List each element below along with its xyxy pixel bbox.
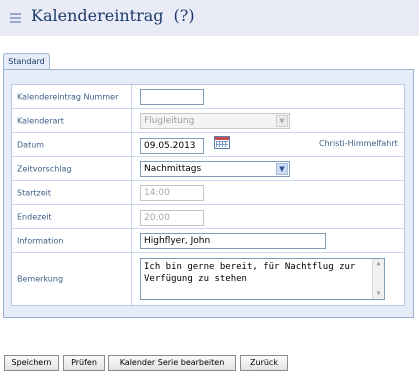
endezeit-input[interactable]: 20:00 — [140, 210, 204, 226]
label-endezeit: Endezeit — [17, 212, 52, 221]
tab-standard[interactable]: Standard — [3, 53, 50, 70]
kalenderart-value: Flugleitung — [144, 116, 195, 126]
row-datum: Datum 09.05.2013 Christi-Himmelfahrt — [12, 133, 404, 157]
label-bemerkung: Bemerkung — [17, 274, 64, 284]
bemerkung-text: Ich bin gerne bereit, für Nachtflug zur … — [144, 262, 356, 284]
textarea-scrollbar[interactable]: ▲ ▼ — [372, 259, 384, 299]
chevron-down-icon: ▼ — [276, 163, 288, 175]
zeitvorschlag-select[interactable]: Nachmittags ▼ — [140, 161, 290, 177]
label-startzeit: Startzeit — [17, 188, 52, 197]
row-zeitvorschlag: Zeitvorschlag Nachmittags ▼ — [12, 157, 404, 181]
row-startzeit: Startzeit 14:00 — [12, 181, 404, 205]
help-link[interactable]: (?) — [174, 6, 195, 25]
row-nummer: Kalendereintrag Nummer — [12, 85, 404, 109]
scroll-down-icon[interactable]: ▼ — [373, 289, 384, 299]
edit-series-button[interactable]: Kalender Serie bearbeiten — [108, 355, 236, 371]
save-button[interactable]: Speichern — [4, 355, 59, 371]
page-title: Kalendereintrag (?) — [31, 6, 195, 25]
page-header: Kalendereintrag (?) — [0, 0, 419, 36]
calendar-icon[interactable] — [214, 136, 230, 149]
datum-input[interactable]: 09.05.2013 — [140, 138, 204, 154]
row-kalenderart: Kalenderart Flugleitung ▼ — [12, 109, 404, 133]
back-button[interactable]: Zurück — [240, 355, 288, 371]
zeitvorschlag-value: Nachmittags — [144, 164, 202, 174]
check-button[interactable]: Prüfen — [63, 355, 105, 371]
menu-icon[interactable] — [10, 13, 21, 25]
row-bemerkung: Bemerkung Ich bin gerne bereit, für Nach… — [12, 253, 404, 305]
label-zeitvorschlag: Zeitvorschlag — [17, 164, 72, 173]
row-endezeit: Endezeit 20:00 — [12, 205, 404, 229]
chevron-down-icon: ▼ — [276, 115, 288, 127]
row-information: Information Highflyer, John — [12, 229, 404, 253]
information-input[interactable]: Highflyer, John — [140, 233, 326, 249]
scroll-up-icon[interactable]: ▲ — [373, 259, 384, 269]
page-title-text: Kalendereintrag — [31, 6, 164, 25]
calendar-entry-form: Kalendereintrag Nummer Kalenderart Flugl… — [11, 84, 405, 306]
startzeit-input[interactable]: 14:00 — [140, 185, 204, 201]
kalenderart-select[interactable]: Flugleitung ▼ — [140, 113, 290, 129]
holiday-text: Christi-Himmelfahrt — [319, 139, 398, 148]
label-kalenderart: Kalenderart — [17, 116, 64, 125]
bemerkung-textarea[interactable]: Ich bin gerne bereit, für Nachtflug zur … — [140, 258, 385, 300]
label-datum: Datum — [17, 140, 45, 149]
nummer-input[interactable] — [140, 89, 204, 105]
label-information: Information — [17, 236, 64, 245]
label-nummer: Kalendereintrag Nummer — [17, 92, 119, 101]
